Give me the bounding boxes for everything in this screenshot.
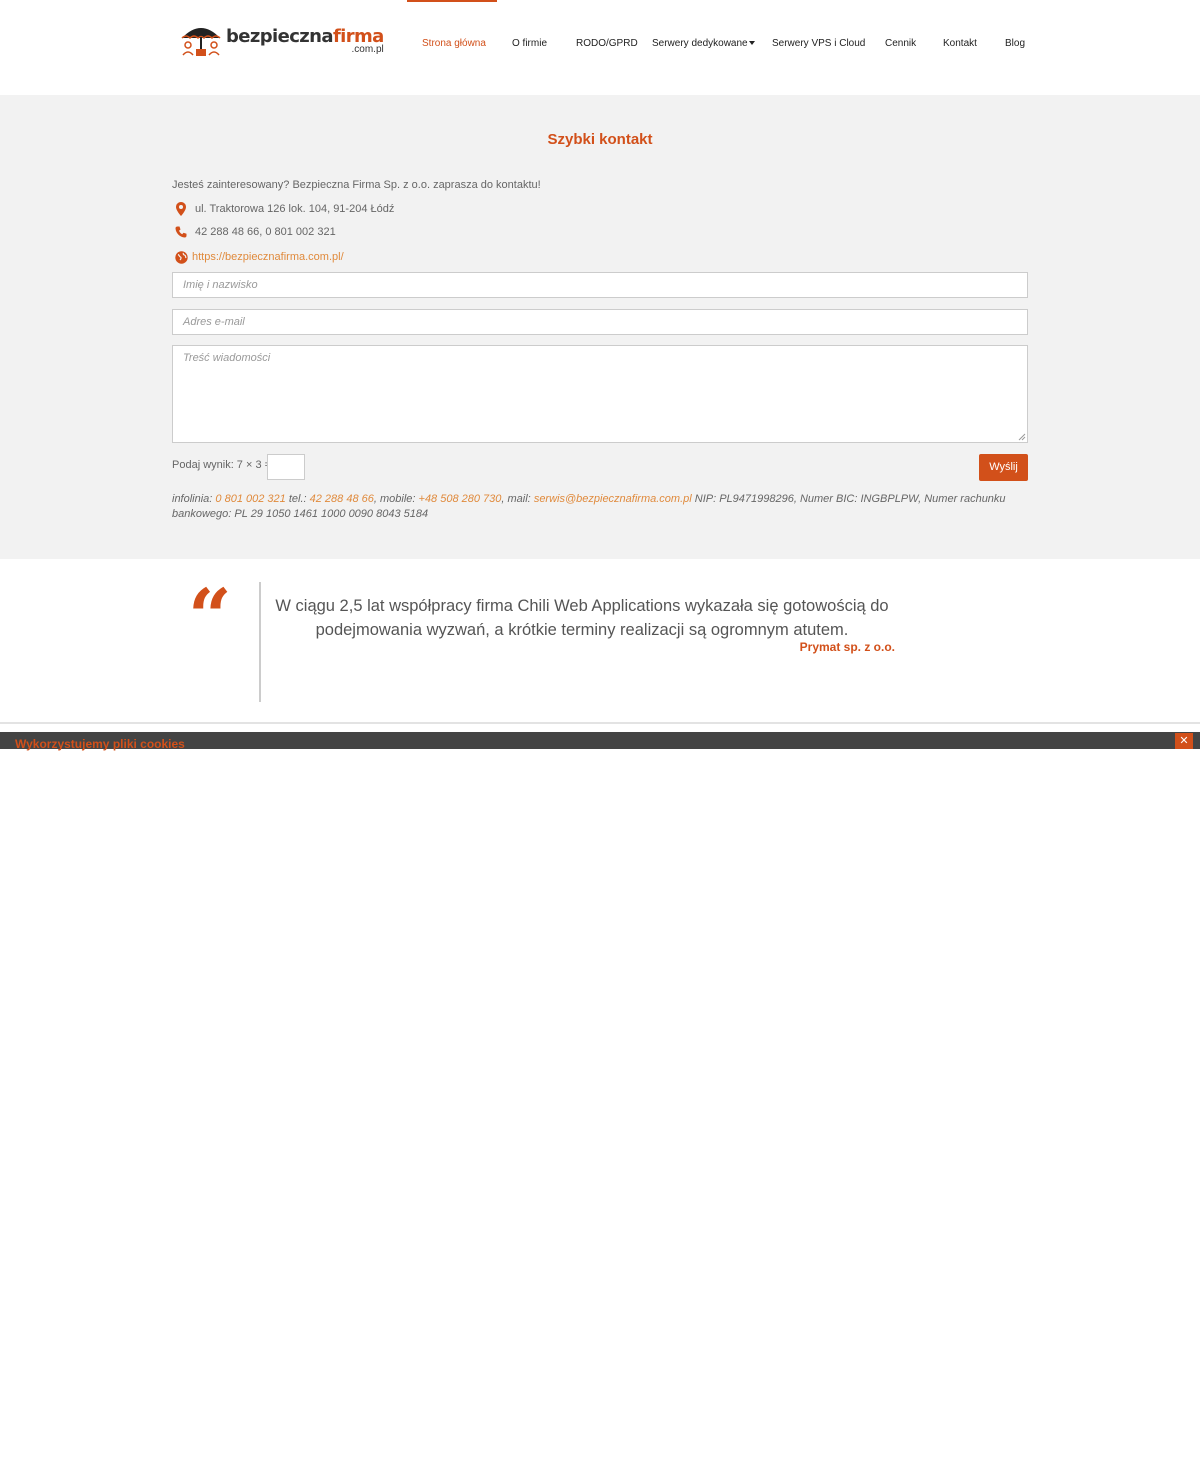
contact-intro: Jesteś zainteresowany? Bezpieczna Firma … (172, 179, 541, 191)
nav-item-kontakt[interactable]: Kontakt (943, 38, 977, 49)
message-textarea[interactable]: Treść wiadomości (172, 345, 1028, 443)
tel-label: tel.: (285, 493, 307, 505)
captcha-label: Podaj wynik: 7 × 3 = (172, 459, 272, 471)
nav-item-strona-glowna[interactable]: Strona główna (422, 38, 486, 49)
testimonial-text: W ciągu 2,5 lat współpracy firma Chili W… (275, 597, 889, 639)
infolinia-link[interactable]: 0 801 002 321 (215, 493, 285, 505)
mail-label: , mail: (501, 493, 531, 505)
address-text: ul. Traktorowa 126 lok. 104, 91-204 Łódź (195, 203, 395, 215)
phone-row: 42 288 48 66, 0 801 002 321 (172, 224, 336, 240)
nav-item-cennik[interactable]: Cennik (885, 38, 916, 49)
tel-link[interactable]: 42 288 48 66 (310, 493, 374, 505)
nav-item-serwery-dedykowane[interactable]: Serwery dedykowane (652, 38, 755, 49)
section-divider (0, 722, 1200, 724)
resize-grip-icon[interactable] (1018, 433, 1026, 441)
send-button[interactable]: Wyślij (979, 454, 1028, 481)
testimonial-section: “ W ciągu 2,5 lat współpracy firma Chili… (0, 559, 1200, 723)
nav-item-label: Serwery dedykowane (652, 38, 748, 49)
company-details: infolinia: 0 801 002 321 tel.: 42 288 48… (172, 492, 1032, 522)
nav-item-serwery-vps[interactable]: Serwery VPS i Cloud (772, 38, 865, 49)
mobile-label: , mobile: (373, 493, 416, 505)
quote-divider (259, 582, 261, 702)
mobile-link[interactable]: +48 508 280 730 (419, 493, 502, 505)
website-row: https://bezpiecznafirma.com.pl/ (172, 249, 344, 265)
caret-down-icon (748, 41, 755, 45)
header: bezpiecznafirma .com.pl Strona główna O … (0, 0, 1200, 95)
name-input[interactable]: Imię i nazwisko (172, 272, 1028, 298)
watermark: www.tcbm.pl (1137, 1466, 1199, 1477)
testimonial-author: Prymat sp. z o.o. (799, 640, 895, 654)
active-nav-indicator (407, 0, 497, 2)
nav-item-o-firmie[interactable]: O firmie (512, 38, 547, 49)
section-title: Szybki kontakt (547, 131, 653, 148)
infolinia-label: infolinia: (172, 493, 213, 505)
quote-icon: “ (188, 572, 232, 661)
globe-icon (172, 249, 190, 265)
map-pin-icon (172, 201, 190, 217)
address-row: ul. Traktorowa 126 lok. 104, 91-204 Łódź (172, 201, 394, 217)
captcha-input[interactable] (267, 454, 305, 480)
phone-icon (172, 224, 190, 240)
phone-text: 42 288 48 66, 0 801 002 321 (195, 226, 336, 238)
cookie-bar: Wykorzystujemy pliki cookies ✕ www.tcbm.… (0, 732, 1200, 1477)
website-link[interactable]: https://bezpiecznafirma.com.pl/ (192, 251, 344, 263)
email-input[interactable]: Adres e-mail (172, 309, 1028, 335)
nav-item-blog[interactable]: Blog (1005, 38, 1025, 49)
quick-contact-section: Szybki kontakt Jesteś zainteresowany? Be… (0, 95, 1200, 559)
mail-link[interactable]: serwis@bezpiecznafirma.com.pl (534, 493, 692, 505)
close-icon[interactable]: ✕ (1175, 733, 1193, 749)
main-nav: Strona główna O firmie RODO/GPRD Serwery… (0, 38, 1200, 52)
message-placeholder: Treść wiadomości (183, 352, 271, 364)
nav-item-rodo[interactable]: RODO/GPRD (576, 38, 638, 49)
